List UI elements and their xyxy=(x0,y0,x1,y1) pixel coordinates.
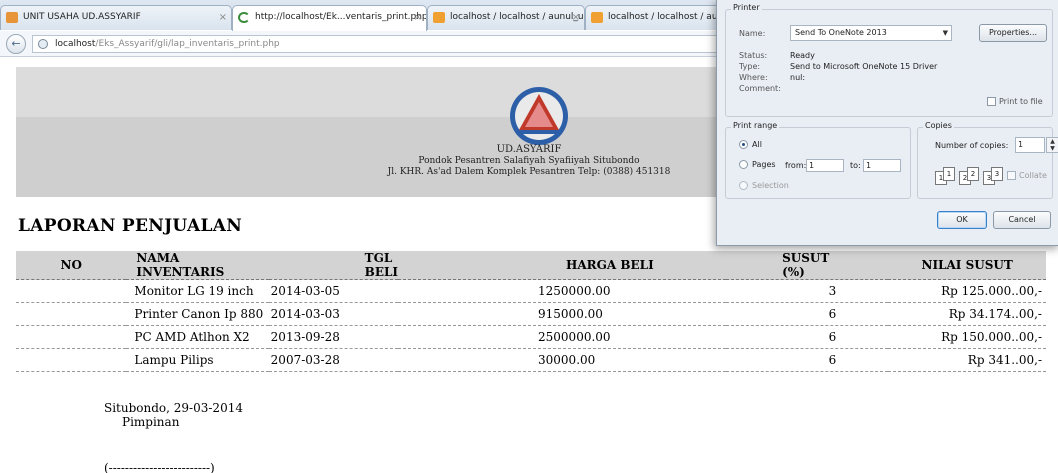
cell-no xyxy=(16,302,127,326)
number-of-copies-label: Number of copies: xyxy=(935,141,1009,150)
footer-role: Pimpinan xyxy=(122,415,180,429)
cell-nama: Monitor LG 19 inch xyxy=(126,279,269,303)
report-title: LAPORAN PENJUALAN xyxy=(18,216,243,236)
mail-icon xyxy=(6,12,18,23)
col-susut: SUSUT (%) xyxy=(726,251,889,280)
url-host: localhost xyxy=(55,39,96,49)
url-input[interactable]: localhost/Eks_Assyarif/gli/lap_inventari… xyxy=(32,35,722,53)
loading-spinner-icon xyxy=(238,12,250,23)
copies-group-label: Copies xyxy=(923,121,954,130)
where-value: nul: xyxy=(790,73,806,82)
all-radio[interactable] xyxy=(739,140,748,149)
cell-susut: 3 xyxy=(726,279,889,303)
cell-nilai: Rp 341..00,- xyxy=(888,348,1046,372)
collate-checkbox[interactable] xyxy=(1007,171,1016,180)
cell-nilai: Rp 34.174..00,- xyxy=(888,302,1046,326)
pages-radio[interactable] xyxy=(739,160,748,169)
cell-susut: 6 xyxy=(726,302,889,326)
from-label: from: xyxy=(785,161,807,170)
pages-label: Pages xyxy=(752,160,776,169)
cell-no xyxy=(16,325,127,349)
cell-harga: 2500000.00 xyxy=(398,325,727,349)
collate-page-1b-icon: 1 xyxy=(943,167,955,181)
selection-radio[interactable] xyxy=(739,181,748,190)
all-label: All xyxy=(752,140,762,149)
url-path: /Eks_Assyarif/gli/lap_inventaris_print.p… xyxy=(95,39,280,49)
col-nama: NAMA INVENTARIS xyxy=(126,251,269,280)
from-input[interactable]: 1 xyxy=(806,159,844,172)
to-input[interactable]: 1 xyxy=(863,159,901,172)
tab-label: UNIT USAHA UD.ASSYARIF xyxy=(23,12,141,22)
type-value: Send to Microsoft OneNote 15 Driver xyxy=(790,62,938,71)
collate-label: Collate xyxy=(1019,171,1047,180)
printer-name-label: Name: xyxy=(739,29,766,38)
print-to-file-checkbox[interactable] xyxy=(987,97,996,106)
cell-nama: Printer Canon Ip 880 xyxy=(126,302,269,326)
cell-no xyxy=(16,348,127,372)
cell-tgl: 2007-03-28 xyxy=(268,348,399,372)
table-row: PC AMD Atlhon X2 2013-09-28 2500000.00 6… xyxy=(16,325,1046,349)
print-dialog: Printer Name: Send To OneNote 2013 ▼ Prop… xyxy=(716,0,1058,246)
tab-label: localhost / localhost / aunul_uin_db /..… xyxy=(450,12,584,22)
selection-label: Selection xyxy=(752,181,789,190)
copies-input[interactable]: 1 xyxy=(1015,137,1045,153)
ok-button[interactable]: OK xyxy=(937,211,987,229)
cell-susut: 6 xyxy=(726,325,889,349)
tab-label: http://localhost/Ek...ventaris_print.php xyxy=(255,12,427,22)
cell-harga: 915000.00 xyxy=(398,302,727,326)
chevron-down-icon: ▼ xyxy=(942,29,948,37)
where-label: Where: xyxy=(739,73,768,82)
table-row: Lampu Pilips 2007-03-28 30000.00 6 Rp 34… xyxy=(16,348,1046,372)
type-label: Type: xyxy=(739,62,761,71)
tab-close-icon[interactable]: × xyxy=(572,6,580,29)
tab-close-icon[interactable]: × xyxy=(219,6,227,29)
cell-susut: 6 xyxy=(726,348,889,372)
cell-no xyxy=(16,279,127,303)
comment-label: Comment: xyxy=(739,84,781,93)
col-tgl: TGL BELI xyxy=(268,251,399,280)
footer-signature: (-------------------------) xyxy=(104,461,215,473)
status-value: Ready xyxy=(790,51,815,60)
table-row: Monitor LG 19 inch 2014-03-05 1250000.00… xyxy=(16,279,1046,303)
printer-name-value: Send To OneNote 2013 xyxy=(795,28,887,37)
collate-page-2b-icon: 2 xyxy=(967,167,979,181)
printer-name-select[interactable]: Send To OneNote 2013 ▼ xyxy=(790,25,952,41)
tab-print-page[interactable]: http://localhost/Ek...ventaris_print.php… xyxy=(232,5,427,31)
phpmyadmin-icon xyxy=(591,12,603,23)
cell-nilai: Rp 125.000..00,- xyxy=(888,279,1046,303)
cell-tgl: 2014-03-05 xyxy=(268,279,399,303)
print-range-label: Print range xyxy=(731,121,780,130)
print-to-file-label: Print to file xyxy=(999,97,1043,106)
back-arrow-icon[interactable]: ← xyxy=(6,34,26,54)
cell-tgl: 2013-09-28 xyxy=(268,325,399,349)
tab-unit-usaha[interactable]: UNIT USAHA UD.ASSYARIF × xyxy=(0,5,232,30)
col-no: NO xyxy=(16,251,127,280)
collate-page-3b-icon: 3 xyxy=(991,167,1003,181)
cell-nilai: Rp 150.000..00,- xyxy=(888,325,1046,349)
footer-place-date: Situbondo, 29-03-2014 xyxy=(104,401,243,415)
cell-tgl: 2014-03-03 xyxy=(268,302,399,326)
properties-button[interactable]: Properties... xyxy=(979,24,1047,42)
cell-nama: PC AMD Atlhon X2 xyxy=(126,325,269,349)
col-harga: HARGA BELI xyxy=(398,251,727,280)
table-row: Printer Canon Ip 880 2014-03-03 915000.0… xyxy=(16,302,1046,326)
company-logo-icon xyxy=(510,87,568,145)
col-nilai: NILAI SUSUT xyxy=(888,251,1046,280)
cell-harga: 1250000.00 xyxy=(398,279,727,303)
to-label: to: xyxy=(850,161,861,170)
table-header-row: NO NAMA INVENTARIS TGL BELI HARGA BELI S… xyxy=(16,251,1046,280)
cancel-button[interactable]: Cancel xyxy=(993,211,1051,229)
status-label: Status: xyxy=(739,51,768,60)
printer-group-label: Printer xyxy=(731,3,762,12)
copies-spinner[interactable]: ▲ ▼ xyxy=(1046,137,1058,153)
cell-harga: 30000.00 xyxy=(398,348,727,372)
tab-label: localhost / localhost / aun xyxy=(608,12,720,22)
report-table: NO NAMA INVENTARIS TGL BELI HARGA BELI S… xyxy=(16,251,1046,372)
phpmyadmin-icon xyxy=(433,12,445,23)
cell-nama: Lampu Pilips xyxy=(126,348,269,372)
tab-phpmyadmin-2[interactable]: localhost / localhost / aun xyxy=(585,5,720,30)
globe-icon xyxy=(38,39,48,49)
tab-close-icon[interactable]: × xyxy=(414,6,422,29)
tab-phpmyadmin-1[interactable]: localhost / localhost / aunul_uin_db /..… xyxy=(427,5,585,30)
